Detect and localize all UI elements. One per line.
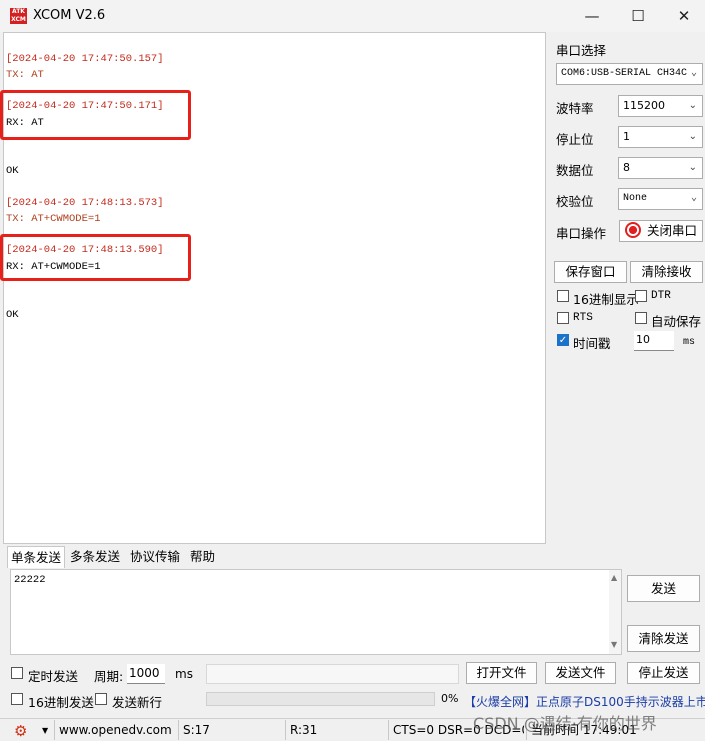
watermark: CSDN @遇结·有你的世界 xyxy=(473,714,657,733)
chevron-down-icon: ⌄ xyxy=(688,131,697,142)
hex-display-checkbox[interactable] xyxy=(557,290,569,302)
baud-value: 115200 xyxy=(623,99,665,112)
clear-receive-button[interactable]: 清除接收 xyxy=(630,261,703,283)
period-label: 周期: xyxy=(94,669,124,684)
stopbit-select[interactable]: 1 ⌄ xyxy=(618,126,703,148)
close-port-button[interactable]: 关闭串口 xyxy=(619,220,703,242)
rts-label: RTS xyxy=(573,312,593,324)
dtr-label: DTR xyxy=(651,290,671,302)
scroll-down-icon[interactable]: ▼ xyxy=(611,640,617,649)
clear-send-button[interactable]: 清除发送 xyxy=(627,625,700,652)
hex-send-label: 16进制发送 xyxy=(28,695,94,710)
chevron-down-icon: ⌄ xyxy=(688,100,697,111)
send-newline-label: 发送新行 xyxy=(112,695,163,710)
timestamp-unit: ms xyxy=(683,337,696,348)
parity-select[interactable]: None ⌄ xyxy=(618,188,703,210)
file-path-field[interactable] xyxy=(206,664,459,684)
timed-send-label: 定时发送 xyxy=(28,669,79,684)
send-progress-bar xyxy=(206,692,435,706)
parity-value: None xyxy=(623,193,648,204)
highlight-box xyxy=(0,234,191,281)
ad-link[interactable]: 【火爆全网】正点原子DS100手持示波器上市 xyxy=(464,693,705,710)
timestamp-interval-input[interactable]: 10 xyxy=(634,331,674,351)
timestamp-checkbox[interactable]: ✓ xyxy=(557,334,569,346)
chevron-down-icon[interactable]: ▼ xyxy=(42,726,48,735)
hex-send-checkbox[interactable] xyxy=(11,693,23,705)
receive-line: TX: AT xyxy=(6,69,44,81)
dtr-checkbox[interactable] xyxy=(635,290,647,302)
receive-line: [2024-04-20 17:47:50.157] xyxy=(6,53,164,65)
databit-select[interactable]: 8 ⌄ xyxy=(618,157,703,179)
period-input[interactable]: 1000 xyxy=(127,664,165,684)
receive-line: OK xyxy=(6,165,19,177)
save-window-button[interactable]: 保存窗口 xyxy=(554,261,627,283)
app-logo-icon: ATK XCM xyxy=(10,8,27,24)
received-count: R:31 xyxy=(285,720,386,740)
tab-help[interactable]: 帮助 xyxy=(187,546,218,568)
baud-label: 波特率 xyxy=(556,101,594,116)
settings-gear-icon[interactable]: ⚙ xyxy=(14,722,27,740)
send-input[interactable]: 22222 xyxy=(10,569,622,655)
sent-count: S:17 xyxy=(178,720,284,740)
minimize-button[interactable]: — xyxy=(569,0,615,32)
timed-send-checkbox[interactable] xyxy=(11,667,23,679)
send-file-button[interactable]: 发送文件 xyxy=(545,662,616,684)
port-value: COM6:USB-SERIAL CH34C xyxy=(561,68,688,79)
auto-save-checkbox[interactable] xyxy=(635,312,647,324)
databit-label: 数据位 xyxy=(556,163,594,178)
highlight-box xyxy=(0,90,191,140)
close-port-label: 关闭串口 xyxy=(646,223,697,238)
port-op-label: 串口操作 xyxy=(556,226,607,241)
close-window-button[interactable]: ✕ xyxy=(661,0,705,32)
receive-line: [2024-04-20 17:48:13.573] xyxy=(6,197,164,209)
chevron-down-icon: ⌄ xyxy=(688,162,697,173)
send-scrollbar[interactable]: ▲ ▼ xyxy=(609,570,621,654)
parity-label: 校验位 xyxy=(556,194,594,209)
tab-single-send[interactable]: 单条发送 xyxy=(7,546,66,568)
port-select[interactable]: COM6:USB-SERIAL CH34C ⌄ xyxy=(556,63,703,85)
website-link[interactable]: www.openedv.com xyxy=(54,720,176,740)
open-file-button[interactable]: 打开文件 xyxy=(466,662,537,684)
receive-line: OK xyxy=(6,309,19,321)
title-bar: ATK XCM XCOM V2.6 — ☐ ✕ xyxy=(0,0,705,32)
chevron-down-icon: ⌄ xyxy=(690,193,697,204)
hex-display-label: 16进制显示 xyxy=(573,292,639,307)
scroll-up-icon[interactable]: ▲ xyxy=(611,573,617,582)
send-button[interactable]: 发送 xyxy=(627,575,700,602)
maximize-button[interactable]: ☐ xyxy=(615,0,661,32)
send-newline-checkbox[interactable] xyxy=(95,693,107,705)
receive-line: TX: AT+CWMODE=1 xyxy=(6,213,101,225)
window-title: XCOM V2.6 xyxy=(33,8,106,23)
rts-checkbox[interactable] xyxy=(557,312,569,324)
timestamp-label: 时间戳 xyxy=(573,336,611,351)
auto-save-label: 自动保存 xyxy=(651,314,702,329)
chevron-down-icon: ⌄ xyxy=(690,68,697,79)
tab-multi-send[interactable]: 多条发送 xyxy=(67,546,123,568)
period-unit: ms xyxy=(175,667,193,681)
stop-send-button[interactable]: 停止发送 xyxy=(627,662,700,684)
baud-select[interactable]: 115200 ⌄ xyxy=(618,95,703,117)
send-text: 22222 xyxy=(14,574,46,586)
databit-value: 8 xyxy=(623,161,630,174)
tab-protocol[interactable]: 协议传输 xyxy=(127,546,183,568)
stopbit-value: 1 xyxy=(623,130,630,143)
progress-percent: 0% xyxy=(441,692,459,705)
record-icon xyxy=(624,222,641,238)
port-select-label: 串口选择 xyxy=(556,43,607,58)
stopbit-label: 停止位 xyxy=(556,132,594,147)
